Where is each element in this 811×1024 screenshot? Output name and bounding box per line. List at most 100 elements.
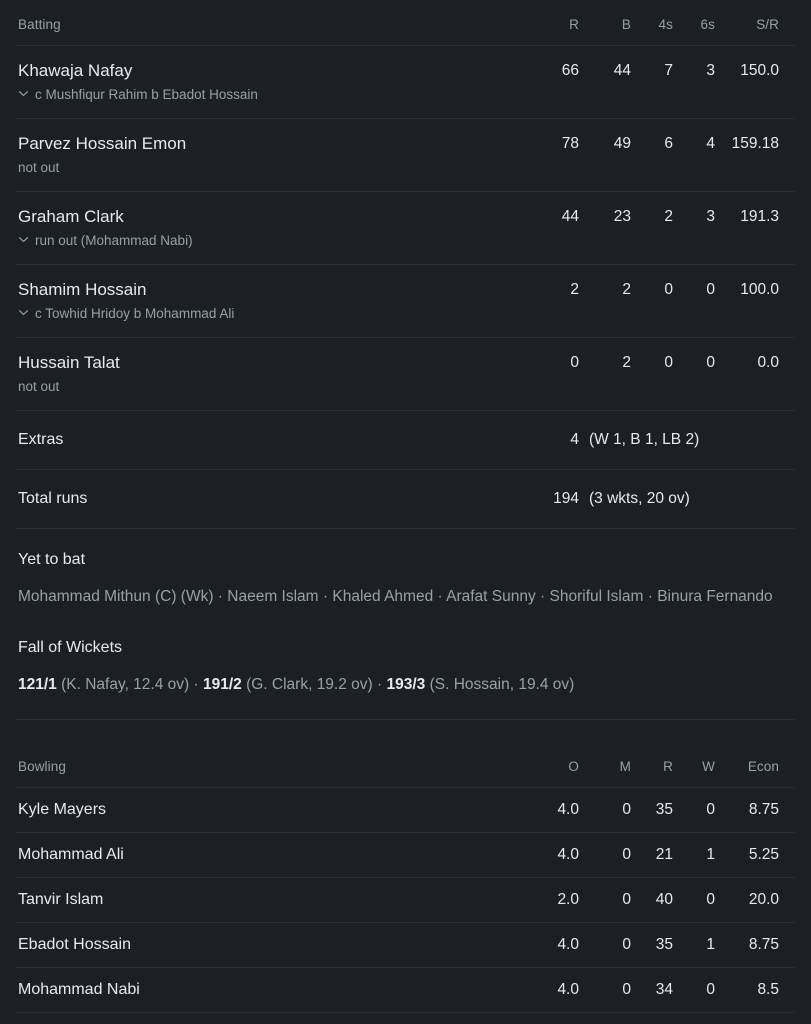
bowler-name[interactable]: Rishad Hossain [0, 1013, 527, 1024]
batsman-balls: 2 [622, 281, 631, 298]
bowler-wickets: 0 [706, 801, 715, 818]
batsman-balls: 49 [613, 135, 631, 152]
total-runs-label: Total runs [18, 490, 88, 507]
bowling-col-runs: R [663, 759, 673, 774]
batsman-fours: 2 [664, 208, 673, 225]
table-row[interactable]: Ebadot Hossain 4.0 0 35 1 8.75 [0, 923, 811, 967]
batsman-balls: 2 [622, 354, 631, 371]
batsman-strikerate: 0.0 [757, 354, 779, 371]
bowler-runs: 35 [655, 801, 673, 818]
bowling-section: Bowling O M R W Econ Kyle Mayers 4.0 0 35 0 8… [0, 742, 811, 1024]
table-row[interactable]: Rishad Hossain2.0026013.0 [0, 1013, 811, 1024]
batsman-sixes: 4 [706, 135, 715, 152]
batsman-fours: 0 [664, 281, 673, 298]
table-row[interactable]: Parvez Hossain Emon 78 49 6 4 159.18 not out [0, 119, 811, 191]
bowler-name[interactable]: Mohammad Ali [0, 833, 527, 877]
fow-score: 191/2 [202, 676, 242, 693]
yet-to-bat-player[interactable]: Naeem Islam [227, 588, 318, 605]
batsman-sixes: 3 [706, 208, 715, 225]
bowler-name[interactable]: Kyle Mayers [0, 788, 527, 832]
table-row[interactable]: Graham Clark 44 23 2 3 191.3 run out (Mohammad… [0, 192, 811, 264]
dismissal-row: not out [0, 374, 811, 410]
bowler-econ: 5.25 [748, 846, 779, 863]
bowler-maidens: 0 [622, 981, 631, 998]
bowling-header-row: Bowling O M R W Econ [0, 742, 811, 787]
table-row[interactable]: Shamim Hossain 2 2 0 0 100.0 c Towhid Hridoy b… [0, 265, 811, 337]
batting-table: Batting R B 4s 6s S/R [0, 0, 811, 45]
batting-col-sixes: 6s [700, 17, 715, 32]
bowler-name[interactable]: Ebadot Hossain [0, 923, 527, 967]
dismissal-row[interactable]: run out (Mohammad Nabi) [0, 228, 811, 264]
fall-of-wickets-section: Fall of Wickets 121/1 (K. Nafay, 12.4 ov… [0, 631, 811, 719]
total-runs-detail: (3 wkts, 20 ov) [589, 490, 690, 507]
batsman-name[interactable]: Parvez Hossain Emon [0, 119, 527, 155]
yet-to-bat-section: Yet to bat Mohammad Mithun (C) (Wk) · Na… [0, 529, 811, 631]
batsman-name[interactable]: Graham Clark [0, 192, 527, 228]
bowler-wickets: 1 [706, 846, 715, 863]
dismissal-text: run out (Mohammad Nabi) [35, 233, 193, 248]
table-row[interactable]: Khawaja Nafay 66 44 7 3 150.0 c Mushfiqur Rahi… [0, 46, 811, 118]
batsman-runs: 44 [561, 208, 579, 225]
bowler-name[interactable]: Mohammad Nabi [0, 968, 527, 1012]
bowler-runs: 40 [655, 891, 673, 908]
list-separator: · [643, 588, 658, 605]
dismissal-text: c Mushfiqur Rahim b Ebadot Hossain [35, 87, 258, 102]
batsman-sixes: 0 [706, 281, 715, 298]
bowling-header-label: Bowling [18, 759, 66, 774]
row-spacer [779, 119, 811, 155]
table-row[interactable]: Mohammad Nabi 4.0 0 34 0 8.5 [0, 968, 811, 1012]
total-runs-value: 194 [553, 490, 579, 507]
batsman-balls: 44 [613, 62, 631, 79]
yet-to-bat-player[interactable]: Shoriful Islam [550, 588, 644, 605]
yet-to-bat-player[interactable]: Khaled Ahmed [332, 588, 433, 605]
batsman-fours: 7 [664, 62, 673, 79]
table-row[interactable]: Hussain Talat 0 2 0 0 0.0 not out [0, 338, 811, 410]
bowler-econ: 8.75 [748, 936, 779, 953]
batsman-name[interactable]: Hussain Talat [0, 338, 527, 374]
dismissal-row: not out [0, 155, 811, 191]
fall-of-wickets-title: Fall of Wickets [18, 639, 123, 656]
table-row[interactable]: Tanvir Islam 2.0 0 40 0 20.0 [0, 878, 811, 922]
table-row[interactable]: Kyle Mayers 4.0 0 35 0 8.75 [0, 788, 811, 832]
dismissal-row[interactable]: c Towhid Hridoy b Mohammad Ali [0, 301, 811, 337]
bowler-econ: 8.75 [748, 801, 779, 818]
bowler-runs: 34 [655, 981, 673, 998]
batsman-name[interactable]: Khawaja Nafay [0, 46, 527, 82]
batsman-strikerate: 100.0 [740, 281, 779, 298]
bowler-overs: 4.0 [557, 936, 579, 953]
batting-rows-container: Khawaja Nafay 66 44 7 3 150.0 c Mushfiqur Rahi… [0, 46, 811, 529]
yet-to-bat-player[interactable]: Arafat Sunny [446, 588, 536, 605]
bowler-maidens: 0 [622, 936, 631, 953]
bowler-econ: 13.0 [715, 1013, 779, 1024]
batting-header-row: Batting R B 4s 6s S/R [0, 0, 811, 45]
extras-label: Extras [18, 431, 64, 448]
chevron-down-icon[interactable] [18, 88, 29, 99]
bowler-runs: 26 [631, 1013, 673, 1024]
row-spacer [779, 968, 811, 1012]
batsman-fours: 0 [664, 354, 673, 371]
bowler-overs: 2.0 [557, 891, 579, 908]
bowling-rows-container: Kyle Mayers 4.0 0 35 0 8.75 Mohammad Ali 4.0 0 21… [0, 788, 811, 1024]
yet-to-bat-player[interactable]: Mohammad Mithun (C) (Wk) [18, 588, 214, 605]
chevron-down-icon[interactable] [18, 307, 29, 318]
list-separator: · [213, 588, 228, 605]
row-spacer [779, 1013, 811, 1024]
batsman-sixes: 0 [706, 354, 715, 371]
bowler-maidens: 0 [622, 801, 631, 818]
batting-col-runs: R [569, 17, 579, 32]
batsman-strikerate: 159.18 [731, 135, 779, 152]
list-separator: · [372, 676, 387, 693]
yet-to-bat-title: Yet to bat [18, 551, 86, 568]
table-row[interactable]: Mohammad Ali 4.0 0 21 1 5.25 [0, 833, 811, 877]
chevron-down-icon[interactable] [18, 234, 29, 245]
bowling-col-overs: O [568, 759, 579, 774]
bowler-name[interactable]: Tanvir Islam [0, 878, 527, 922]
yet-to-bat-player[interactable]: Binura Fernando [657, 588, 772, 605]
bowler-wickets: 0 [706, 891, 715, 908]
bowler-overs: 4.0 [557, 981, 579, 998]
batsman-name[interactable]: Shamim Hossain [0, 265, 527, 301]
batting-header-label: Batting [18, 17, 61, 32]
row-spacer [779, 788, 811, 832]
dismissal-row[interactable]: c Mushfiqur Rahim b Ebadot Hossain [0, 82, 811, 118]
